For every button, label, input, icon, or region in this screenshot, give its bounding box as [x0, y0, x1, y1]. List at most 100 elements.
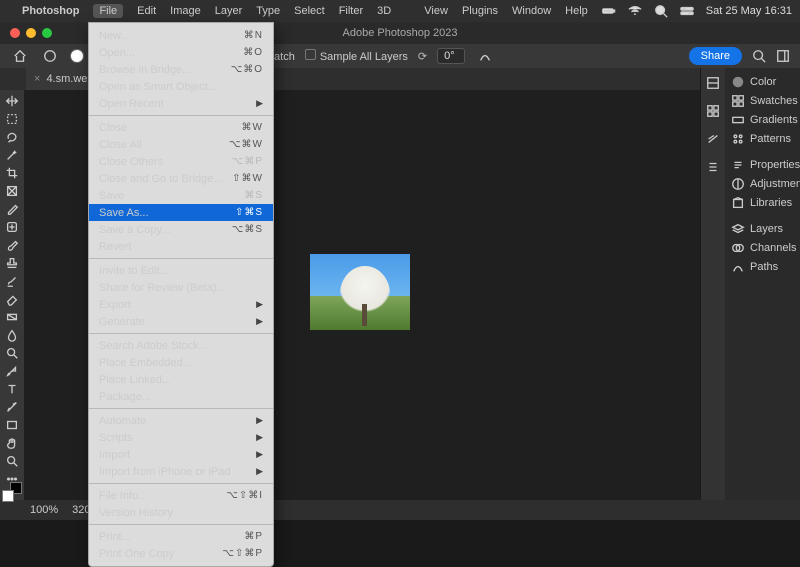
search-workspace-icon[interactable]: [752, 49, 766, 63]
channels-icon: [731, 241, 745, 255]
menu-item-browse-in-bridge[interactable]: Browse in Bridge...⌥⌘O: [89, 61, 273, 78]
menu-3d[interactable]: 3D: [377, 5, 391, 17]
menu-file[interactable]: File: [93, 4, 123, 18]
menu-item-close-all[interactable]: Close All⌥⌘W: [89, 136, 273, 153]
panel-gradients[interactable]: Gradients: [729, 112, 796, 128]
panel-channels[interactable]: Channels: [729, 240, 796, 256]
tool-gradient[interactable]: [2, 310, 22, 324]
menu-view[interactable]: View: [424, 5, 448, 17]
tool-preset-button[interactable]: [40, 47, 60, 65]
maximize-window-button[interactable]: [42, 28, 52, 38]
menu-select[interactable]: Select: [294, 5, 325, 17]
panel-layers[interactable]: Layers: [729, 221, 796, 237]
minimize-window-button[interactable]: [26, 28, 36, 38]
close-tab-icon[interactable]: ×: [34, 73, 40, 85]
menu-item-share-for-review-beta[interactable]: Share for Review (Beta)...: [89, 279, 273, 296]
brush-preview[interactable]: [70, 49, 84, 63]
tool-dodge[interactable]: [2, 346, 22, 360]
menu-item-automate[interactable]: Automate▶: [89, 412, 273, 429]
panel-strip-icon-1[interactable]: [704, 74, 722, 92]
workspace-toggle-icon[interactable]: [776, 49, 790, 63]
tool-frame[interactable]: [2, 184, 22, 198]
menu-edit[interactable]: Edit: [137, 5, 156, 17]
menu-layer[interactable]: Layer: [215, 5, 243, 17]
menu-app[interactable]: Photoshop: [22, 5, 79, 17]
menu-item-open-recent[interactable]: Open Recent▶: [89, 95, 273, 112]
panel-strip-icon-3[interactable]: [704, 130, 722, 148]
menu-type[interactable]: Type: [256, 5, 280, 17]
home-button[interactable]: [10, 47, 30, 65]
menu-item-open[interactable]: Open...⌘O: [89, 44, 273, 61]
menu-item-print[interactable]: Print...⌘P: [89, 528, 273, 545]
menu-item-place-embedded[interactable]: Place Embedded...: [89, 354, 273, 371]
menu-plugins[interactable]: Plugins: [462, 5, 498, 17]
share-button[interactable]: Share: [689, 47, 742, 65]
close-window-button[interactable]: [10, 28, 20, 38]
tool-marquee[interactable]: [2, 112, 22, 126]
tool-eraser[interactable]: [2, 292, 22, 306]
pressure-button[interactable]: [475, 47, 495, 65]
sample-all-layers-checkbox[interactable]: Sample All Layers: [305, 49, 408, 63]
menu-item-save-as[interactable]: Save As...⇧⌘S: [89, 204, 273, 221]
menu-item-save-a-copy[interactable]: Save a Copy...⌥⌘S: [89, 221, 273, 238]
window-title: Adobe Photoshop 2023: [343, 27, 458, 39]
tool-rectangle[interactable]: [2, 418, 22, 432]
panel-swatches[interactable]: Swatches: [729, 93, 796, 109]
tool-path[interactable]: [2, 400, 22, 414]
angle-field[interactable]: 0°: [437, 48, 465, 64]
foreground-background-swatches[interactable]: [2, 490, 22, 494]
tool-history[interactable]: [2, 274, 22, 288]
menu-item-revert: Revert: [89, 238, 273, 255]
panel-properties[interactable]: Properties: [729, 157, 796, 173]
menu-item-invite-to-edit[interactable]: Invite to Edit...: [89, 262, 273, 279]
panel-adjustments[interactable]: Adjustments: [729, 176, 796, 192]
menu-item-export[interactable]: Export▶: [89, 296, 273, 313]
menu-item-print-one-copy[interactable]: Print One Copy⌥⇧⌘P: [89, 545, 273, 562]
menu-item-version-history[interactable]: Version History: [89, 504, 273, 521]
menu-item-generate[interactable]: Generate▶: [89, 313, 273, 330]
panel-libraries[interactable]: Libraries: [729, 195, 796, 211]
menu-item-import[interactable]: Import▶: [89, 446, 273, 463]
menu-item-scripts[interactable]: Scripts▶: [89, 429, 273, 446]
panel-color[interactable]: Color: [729, 74, 796, 90]
panel-strip-icon-2[interactable]: [704, 102, 722, 120]
tool-eyedropper[interactable]: [2, 202, 22, 216]
tool-type[interactable]: [2, 382, 22, 396]
menu-image[interactable]: Image: [170, 5, 201, 17]
tool-move[interactable]: [2, 94, 22, 108]
menu-item-import-from-iphone-or-ipad[interactable]: Import from iPhone or iPad▶: [89, 463, 273, 480]
panel-paths[interactable]: Paths: [729, 259, 796, 275]
menu-item-new[interactable]: New...⌘N: [89, 27, 273, 44]
canvas-image[interactable]: [310, 254, 410, 330]
menu-item-place-linked[interactable]: Place Linked...: [89, 371, 273, 388]
tool-crop[interactable]: [2, 166, 22, 180]
tool-wand[interactable]: [2, 148, 22, 162]
menu-item-package: Package...: [89, 388, 273, 405]
tool-pen[interactable]: [2, 364, 22, 378]
tool-stamp[interactable]: [2, 256, 22, 270]
panel-strip-icon-4[interactable]: [704, 158, 722, 176]
menu-item-close-others: Close Others⌥⌘P: [89, 153, 273, 170]
tool-zoom[interactable]: [2, 454, 22, 468]
macos-menubar: Photoshop File Edit Image Layer Type Sel…: [0, 0, 800, 22]
control-center-icon[interactable]: [680, 4, 694, 18]
tool-blur[interactable]: [2, 328, 22, 342]
file-menu-dropdown: New...⌘NOpen...⌘OBrowse in Bridge...⌥⌘OO…: [88, 22, 274, 567]
search-icon[interactable]: [654, 4, 668, 18]
menu-window[interactable]: Window: [512, 5, 551, 17]
menu-item-close-and-go-to-bridge[interactable]: Close and Go to Bridge...⇧⌘W: [89, 170, 273, 187]
tool-hand[interactable]: [2, 436, 22, 450]
tool-brush[interactable]: [2, 238, 22, 252]
menu-item-close[interactable]: Close⌘W: [89, 119, 273, 136]
zoom-level[interactable]: 100%: [30, 504, 58, 516]
menu-filter[interactable]: Filter: [339, 5, 363, 17]
tool-lasso[interactable]: [2, 130, 22, 144]
angle-icon: ⟳: [418, 50, 427, 63]
menubar-clock[interactable]: Sat 25 May 16:31: [706, 5, 792, 17]
tool-heal[interactable]: [2, 220, 22, 234]
menu-item-search-adobe-stock[interactable]: Search Adobe Stock...: [89, 337, 273, 354]
menu-item-file-info[interactable]: File Info...⌥⇧⌘I: [89, 487, 273, 504]
menu-item-open-as-smart-object[interactable]: Open as Smart Object...: [89, 78, 273, 95]
menu-help[interactable]: Help: [565, 5, 588, 17]
panel-patterns[interactable]: Patterns: [729, 131, 796, 147]
